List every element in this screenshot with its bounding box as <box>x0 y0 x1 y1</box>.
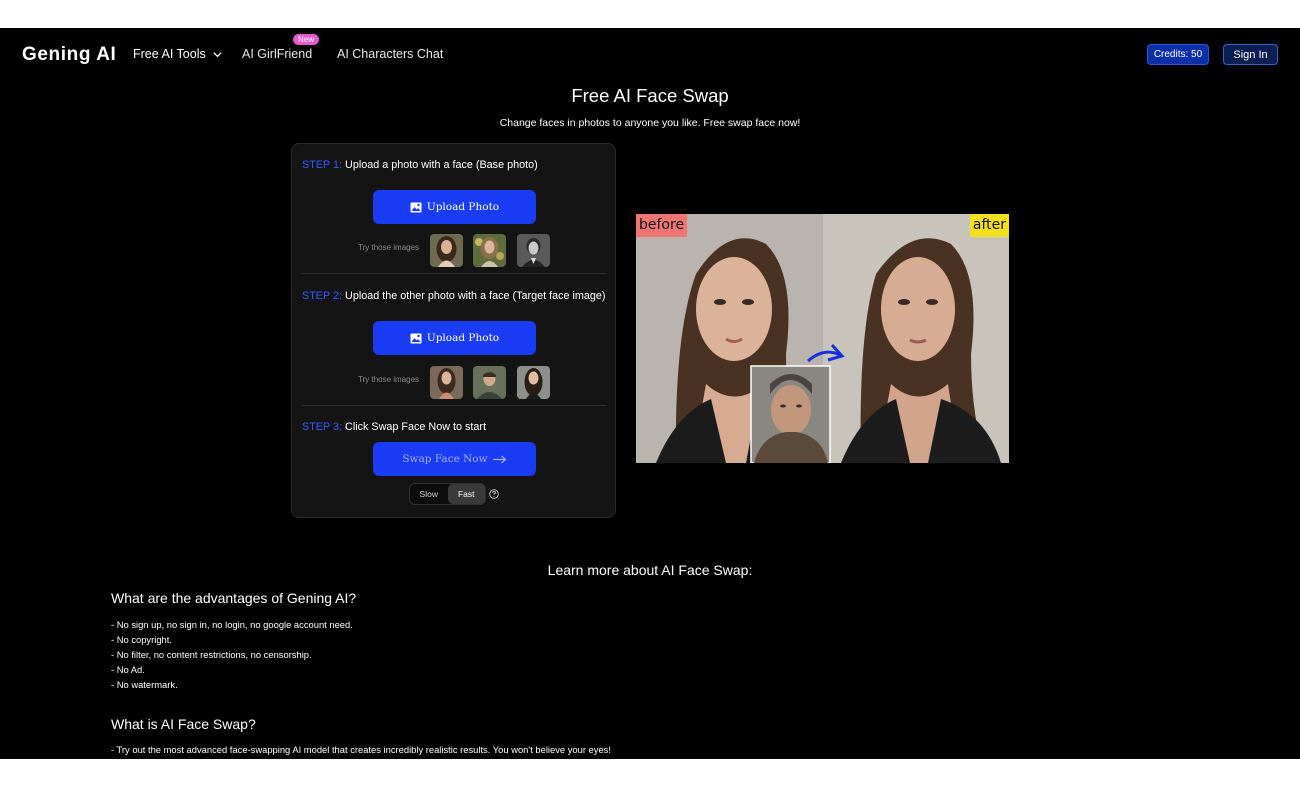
step-1-text: Upload a photo with a face (Base photo) <box>342 159 538 171</box>
credits-button[interactable]: Credits: 50 <box>1147 44 1209 65</box>
brand-logo[interactable]: Gening AI <box>22 44 116 66</box>
sign-in-button[interactable]: Sign In <box>1223 44 1278 65</box>
nav-free-ai-tools[interactable]: Free AI Tools <box>133 47 223 61</box>
swap-face-now-button[interactable]: Swap Face Now <box>373 442 536 476</box>
step-2-number: STEP 2: <box>302 290 343 302</box>
advantage-item: - No sign up, no sign in, no login, no g… <box>111 619 353 630</box>
nav-ai-girlfriend[interactable]: AI GirlFriend <box>242 47 312 61</box>
after-label: after <box>969 214 1009 237</box>
sample-base-image-2[interactable] <box>473 234 506 267</box>
nav-free-ai-tools-label: Free AI Tools <box>133 47 206 61</box>
step-3-label: STEP 3: Click Swap Face Now to start <box>302 421 486 433</box>
sample-target-image-1[interactable] <box>430 366 463 399</box>
chevron-down-icon <box>213 51 222 57</box>
page-title: Free AI Face Swap <box>571 85 729 106</box>
arrow-right-icon <box>492 455 507 463</box>
advantage-item: - No filter, no content restrictions, no… <box>111 649 312 660</box>
advantage-item: - No Ad. <box>111 664 145 675</box>
upload-target-photo-button[interactable]: Upload Photo <box>373 321 536 355</box>
face-swap-demo-image: before after <box>636 214 1009 463</box>
page-subtitle: Change faces in photos to anyone you lik… <box>499 117 801 129</box>
swap-face-now-label: Swap Face Now <box>402 453 488 465</box>
before-label: before <box>636 214 688 237</box>
step-3-number: STEP 3: <box>302 421 343 433</box>
learn-more-heading: Learn more about AI Face Swap: <box>547 562 753 578</box>
sample-target-image-3[interactable] <box>517 366 550 399</box>
step-3-text: Click Swap Face Now to start <box>342 421 487 433</box>
sample-target-image-2[interactable] <box>473 366 506 399</box>
upload-target-photo-label: Upload Photo <box>426 332 500 344</box>
sample-base-image-3[interactable] <box>517 234 550 267</box>
advantage-item: - No watermark. <box>111 679 178 690</box>
help-icon[interactable] <box>489 489 499 499</box>
try-images-label: Try those images <box>358 375 420 384</box>
sample-base-image-1[interactable] <box>430 234 463 267</box>
try-images-label: Try those images <box>358 243 420 252</box>
step-1-number: STEP 1: <box>302 159 343 171</box>
speed-toggle: Slow Fast <box>409 483 486 505</box>
image-icon <box>410 202 422 212</box>
image-icon <box>410 333 422 343</box>
demo-illustration <box>636 214 1009 463</box>
step-1-label: STEP 1: Upload a photo with a face (Base… <box>302 159 538 171</box>
step-2-text: Upload the other photo with a face (Targ… <box>342 290 606 302</box>
divider <box>302 273 606 274</box>
nav-ai-characters-chat[interactable]: AI Characters Chat <box>337 47 443 61</box>
divider <box>302 405 606 406</box>
what-is-item: - Try out the most advanced face-swappin… <box>111 744 611 755</box>
face-swap-panel: STEP 1: Upload a photo with a face (Base… <box>291 143 616 518</box>
new-badge: New <box>293 34 320 45</box>
advantages-heading: What are the advantages of Gening AI? <box>111 590 357 606</box>
step-2-label: STEP 2: Upload the other photo with a fa… <box>302 290 606 302</box>
upload-base-photo-button[interactable]: Upload Photo <box>373 190 536 224</box>
speed-slow-option[interactable]: Slow <box>410 484 448 504</box>
upload-base-photo-label: Upload Photo <box>426 201 500 213</box>
advantage-item: - No copyright. <box>111 634 172 645</box>
page: Gening AI Free AI Tools AI GirlFriend Ne… <box>0 28 1300 759</box>
what-is-heading: What is AI Face Swap? <box>111 716 256 732</box>
speed-fast-option[interactable]: Fast <box>447 484 485 504</box>
